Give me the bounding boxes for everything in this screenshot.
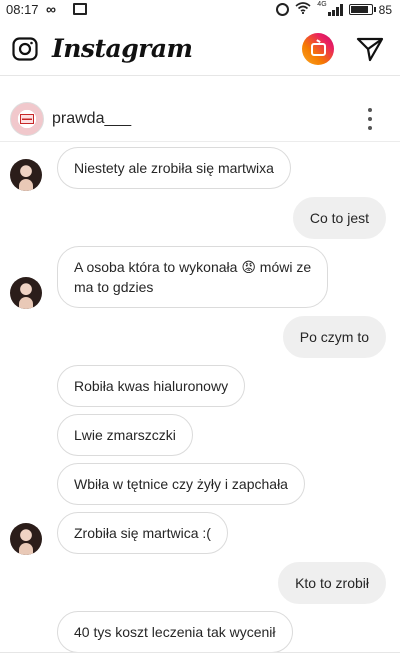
chat-username[interactable]: prawda___: [52, 110, 131, 128]
message-bubble-incoming: Niestety ale zrobiła się martwixa: [57, 147, 291, 189]
message-bubble-incoming: Zrobiła się martwica :(: [57, 512, 228, 554]
message-bubble-incoming: A osoba która to wykonała 😡 mówi ze ma t…: [57, 246, 329, 308]
message-text: Co to jest: [309, 210, 369, 226]
battery-icon: [348, 4, 376, 15]
chat-header: ▬▬ prawda___: [0, 98, 400, 142]
direct-send-icon[interactable]: [356, 36, 384, 62]
sender-avatar[interactable]: [10, 277, 42, 309]
wifi-icon: [295, 2, 311, 17]
status-bar: 08:17 ∞ 4G 85: [0, 0, 400, 20]
message-text: Robiła kwas hialuronowy: [74, 378, 229, 394]
message-bubble-incoming: 40 tys koszt leczenia tak wycenił: [57, 611, 293, 653]
instagram-top-bar: Instagram: [0, 22, 400, 76]
message-text: Po czym to: [299, 329, 369, 345]
divider: [0, 652, 400, 653]
signal-icon: [327, 3, 343, 16]
message-bubble-outgoing: Po czym to: [282, 316, 386, 358]
message-text-line: A osoba która to wykonała 😡 mówi ze: [74, 259, 312, 275]
message-bubble-outgoing: Co to jest: [292, 197, 386, 239]
message-bubble-incoming: Lwie zmarszczki: [57, 414, 193, 456]
message-text: 40 tys koszt leczenia tak wycenił: [74, 624, 276, 640]
message-text: Zrobiła się martwica :(: [74, 525, 211, 541]
message-bubble-outgoing: Kto to zrobił: [278, 562, 386, 604]
image-icon: [73, 3, 87, 15]
profile-avatar[interactable]: ▬▬: [10, 102, 44, 136]
battery-percent: 85: [378, 2, 392, 17]
network-type-label: 4G: [317, 1, 327, 8]
instagram-logo: Instagram: [52, 34, 193, 63]
loop-icon: ∞: [46, 1, 56, 17]
alarm-icon: [276, 3, 290, 16]
message-text-line: ma to gdzies: [74, 279, 154, 295]
igtv-icon[interactable]: [302, 33, 334, 65]
message-bubble-incoming: Wbiła w tętnice czy żyły i zapchała: [57, 463, 305, 505]
message-bubble-incoming: Robiła kwas hialuronowy: [57, 365, 246, 407]
message-text: Kto to zrobił: [295, 575, 369, 591]
message-text: Lwie zmarszczki: [74, 427, 176, 443]
message-text: Wbiła w tętnice czy żyły i zapchała: [74, 476, 288, 492]
status-time: 08:17: [6, 2, 39, 17]
sender-avatar[interactable]: [10, 159, 42, 191]
message-text: Niestety ale zrobiła się martwixa: [74, 160, 274, 176]
camera-icon[interactable]: [12, 37, 38, 61]
more-vertical-icon[interactable]: [364, 108, 376, 130]
sender-avatar[interactable]: [10, 523, 42, 555]
